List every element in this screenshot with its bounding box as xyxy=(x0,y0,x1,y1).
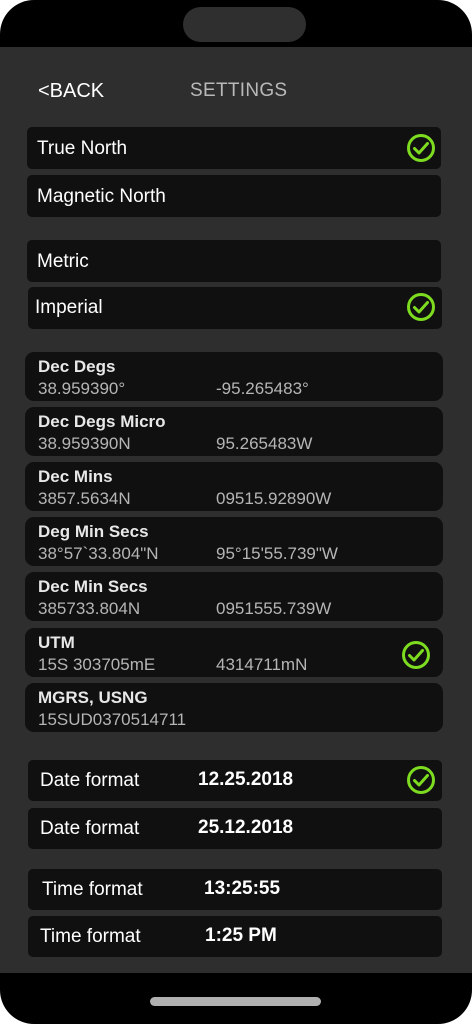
option-label: Metric xyxy=(37,251,89,272)
dynamic-island xyxy=(183,7,306,42)
coord-format-dec-degs[interactable]: Dec Degs 38.959390° -95.265483° xyxy=(25,352,443,401)
date-format-mdy[interactable]: Date format 12.25.2018 xyxy=(28,760,442,801)
format-label: Time format xyxy=(40,926,141,947)
format-example-grid: 15SUD0370514711 xyxy=(38,710,187,729)
format-name: MGRS, USNG xyxy=(38,688,148,707)
back-button[interactable]: <BACK xyxy=(38,80,104,103)
format-example-lon: -95.265483° xyxy=(216,379,309,398)
format-name: Deg Min Secs xyxy=(38,522,149,541)
checkmark-icon xyxy=(407,134,435,162)
option-label: Imperial xyxy=(35,297,103,318)
format-example-lon: 0951555.739W xyxy=(216,599,332,618)
format-example-lon: 09515.92890W xyxy=(216,489,332,508)
phone-frame: <BACK SETTINGS True North Magnetic North… xyxy=(0,0,472,1024)
format-label: Time format xyxy=(42,879,143,900)
date-format-dmy[interactable]: Date format 25.12.2018 xyxy=(28,808,442,849)
checkmark-icon xyxy=(407,293,435,321)
format-example-lon: 95°15'55.739"W xyxy=(216,544,338,563)
coord-format-dec-degs-micro[interactable]: Dec Degs Micro 38.959390N 95.265483W xyxy=(25,407,443,456)
format-name: Dec Degs xyxy=(38,357,116,376)
option-imperial[interactable]: Imperial xyxy=(28,287,442,329)
format-label: Date format xyxy=(40,818,140,839)
format-example-lon: 95.265483W xyxy=(216,434,313,453)
format-example-lat: 38.959390N xyxy=(38,434,131,453)
format-example-lat: 38°57`33.804"N xyxy=(38,544,159,563)
format-value: 12.25.2018 xyxy=(198,769,294,790)
format-example-easting: 15S 303705mE xyxy=(38,655,156,674)
option-metric[interactable]: Metric xyxy=(27,240,441,282)
format-name: Dec Degs Micro xyxy=(38,412,166,431)
option-label: Magnetic North xyxy=(37,186,166,207)
page-title: SETTINGS xyxy=(190,80,288,101)
format-value: 1:25 PM xyxy=(205,925,277,946)
coord-format-deg-min-secs[interactable]: Deg Min Secs 38°57`33.804"N 95°15'55.739… xyxy=(25,517,443,566)
format-label: Date format xyxy=(40,770,140,791)
option-magnetic-north[interactable]: Magnetic North xyxy=(27,175,441,217)
time-format-12h[interactable]: Time format 1:25 PM xyxy=(28,916,442,957)
checkmark-icon xyxy=(407,766,435,794)
format-name: Dec Mins xyxy=(38,467,113,486)
coord-format-dec-mins[interactable]: Dec Mins 3857.5634N 09515.92890W xyxy=(25,462,443,511)
checkmark-icon xyxy=(402,641,430,669)
home-indicator[interactable] xyxy=(150,997,321,1006)
format-name: Dec Min Secs xyxy=(38,577,148,596)
coord-format-dec-min-secs[interactable]: Dec Min Secs 385733.804N 0951555.739W xyxy=(25,572,443,621)
format-name: UTM xyxy=(38,633,75,652)
format-example-lat: 38.959390° xyxy=(38,379,126,398)
option-true-north[interactable]: True North xyxy=(27,127,441,169)
format-example-lat: 385733.804N xyxy=(38,599,141,618)
coord-format-mgrs-usng[interactable]: MGRS, USNG 15SUD0370514711 xyxy=(25,683,443,732)
format-value: 13:25:55 xyxy=(204,878,281,899)
format-example-lat: 3857.5634N xyxy=(38,489,131,508)
time-format-24h[interactable]: Time format 13:25:55 xyxy=(28,869,442,910)
option-label: True North xyxy=(37,138,128,159)
coord-format-utm[interactable]: UTM 15S 303705mE 4314711mN xyxy=(25,628,443,677)
format-example-northing: 4314711mN xyxy=(216,655,308,674)
format-value: 25.12.2018 xyxy=(198,817,294,838)
